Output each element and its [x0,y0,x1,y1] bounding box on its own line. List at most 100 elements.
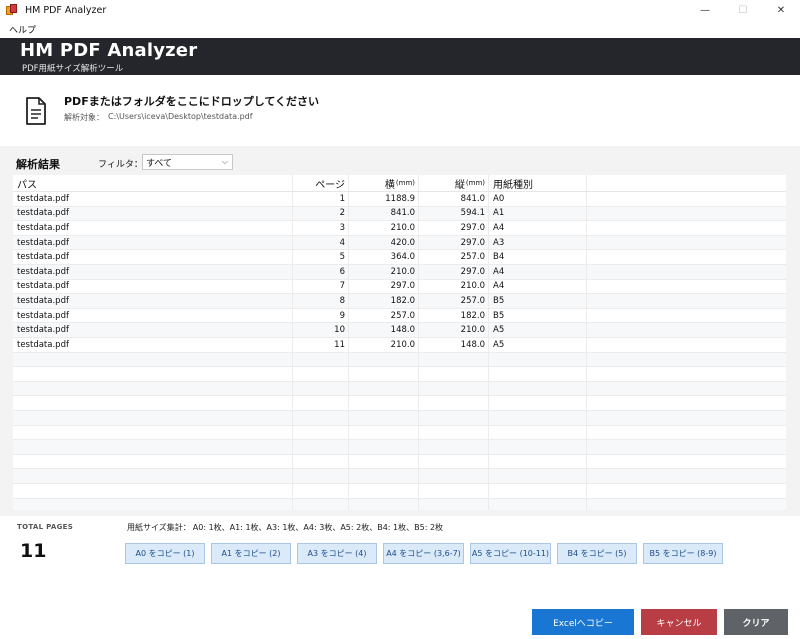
cell-size: A4 [489,221,587,235]
column-header-height-unit: (mm) [465,179,485,187]
results-table[interactable]: パス ページ 横 (mm) 縦 (mm) 用紙種別 testdata.pdf 1 118… [13,175,786,510]
minimize-button[interactable]: — [686,0,724,20]
cell-page [293,469,349,483]
cell-filler [587,192,786,206]
cell-page [293,352,349,367]
cell-page [293,381,349,396]
empty-table-row[interactable] [13,484,786,499]
drop-zone[interactable]: PDFまたはフォルダをここにドロップしてください 解析対象： C:\Users\… [0,75,800,146]
empty-table-row[interactable] [13,454,786,470]
cell-filler [587,396,786,410]
table-row[interactable]: testdata.pdf 7 297.0 210.0 A4 [13,279,786,295]
cell-path: testdata.pdf [13,250,293,264]
table-row[interactable]: testdata.pdf 8 182.0 257.0 B5 [13,294,786,309]
cancel-button[interactable]: キャンセル [641,609,717,635]
cell-size: B4 [489,250,587,264]
target-path: 解析対象： C:\Users\iceva\Desktop\testdata.pd… [64,112,253,123]
cell-height [419,484,489,498]
cell-filler [587,382,786,396]
cell-size: B5 [489,308,587,323]
cell-page [293,484,349,498]
empty-table-row[interactable] [13,498,786,510]
cell-page: 5 [293,250,349,264]
cell-filler [587,265,786,279]
empty-table-row[interactable] [13,381,786,397]
filter-select-value: すべて [146,158,173,169]
filter-label: フィルタ： [98,160,143,170]
cell-page [293,498,349,510]
cell-filler [587,309,786,323]
table-row[interactable]: testdata.pdf 11 210.0 148.0 A5 [13,338,786,353]
header-title: HM PDF Analyzer [20,40,198,61]
menu-help[interactable]: ヘルプ [9,23,36,36]
clear-button[interactable]: クリア [724,609,788,635]
column-header-height[interactable]: 縦 (mm) [419,175,489,191]
cell-filler [587,294,786,308]
cell-height [419,498,489,510]
cell-filler [587,367,786,381]
total-pages-value: 11 [20,540,47,562]
close-button[interactable]: ✕ [762,0,800,20]
results-panel: 解析結果 フィルタ： すべて ⌵ パス ページ 横 (mm) 縦 (mm) 用紙種別… [0,146,800,516]
cell-width [349,396,419,410]
column-header-page[interactable]: ページ [293,175,349,191]
cell-size [489,498,587,510]
cell-width: 841.0 [349,206,419,221]
empty-table-row[interactable] [13,352,786,368]
cell-height [419,381,489,396]
maximize-button[interactable]: ☐ [724,0,762,20]
cell-height: 210.0 [419,323,489,337]
empty-table-row[interactable] [13,396,786,411]
cell-height: 297.0 [419,235,489,250]
cell-path: testdata.pdf [13,279,293,294]
column-header-size[interactable]: 用紙種別 [489,175,587,191]
cell-page [293,425,349,440]
table-row[interactable]: testdata.pdf 4 420.0 297.0 A3 [13,235,786,251]
excel-copy-button[interactable]: Excelへコピー [532,609,634,635]
app-icon [6,4,18,16]
table-row[interactable]: testdata.pdf 5 364.0 257.0 B4 [13,250,786,265]
cell-filler [587,207,786,221]
empty-table-row[interactable] [13,469,786,484]
cell-width [349,484,419,498]
empty-table-row[interactable] [13,425,786,441]
cell-path: testdata.pdf [13,323,293,337]
size-summary: 用紙サイズ集計： A0: 1枚、A1: 1枚、A3: 1枚、A4: 3枚、A5:… [127,522,443,533]
table-row[interactable]: testdata.pdf 2 841.0 594.1 A1 [13,206,786,222]
empty-table-row[interactable] [13,440,786,455]
cell-path [13,469,293,483]
column-header-path[interactable]: パス [13,175,293,191]
empty-table-row[interactable] [13,367,786,382]
cell-height: 148.0 [419,338,489,352]
table-row[interactable]: testdata.pdf 3 210.0 297.0 A4 [13,221,786,236]
copy-a1-button[interactable]: A1 をコピー (2) [211,543,291,564]
cell-size: A4 [489,279,587,294]
cell-height [419,396,489,410]
cell-page [293,367,349,381]
copy-a4-button[interactable]: A4 をコピー (3,6-7) [383,543,464,564]
empty-table-row[interactable] [13,411,786,426]
target-path-label: 解析対象： [64,113,104,122]
column-header-width[interactable]: 横 (mm) [349,175,419,191]
cell-size: A5 [489,323,587,337]
cell-size: B5 [489,294,587,308]
total-pages-label: TOTAL PAGES [17,523,74,531]
table-row[interactable]: testdata.pdf 9 257.0 182.0 B5 [13,308,786,324]
copy-a0-button[interactable]: A0 をコピー (1) [125,543,205,564]
copy-b5-button[interactable]: B5 をコピー (8-9) [643,543,723,564]
footer-panel: TOTAL PAGES 11 用紙サイズ集計： A0: 1枚、A1: 1枚、A3… [0,516,800,639]
copy-a5-button[interactable]: A5 をコピー (10-11) [470,543,551,564]
table-row[interactable]: testdata.pdf 6 210.0 297.0 A4 [13,265,786,280]
cell-path [13,454,293,469]
table-row[interactable]: testdata.pdf 1 1188.9 841.0 A0 [13,192,786,207]
table-row[interactable]: testdata.pdf 10 148.0 210.0 A5 [13,323,786,338]
cell-path [13,352,293,367]
copy-b4-button[interactable]: B4 をコピー (5) [557,543,637,564]
copy-a3-button[interactable]: A3 をコピー (4) [297,543,377,564]
cell-page [293,440,349,454]
cell-size [489,440,587,454]
filter-select[interactable]: すべて ⌵ [142,154,233,170]
cell-width [349,425,419,440]
cell-width: 1188.9 [349,192,419,206]
cell-size [489,469,587,483]
